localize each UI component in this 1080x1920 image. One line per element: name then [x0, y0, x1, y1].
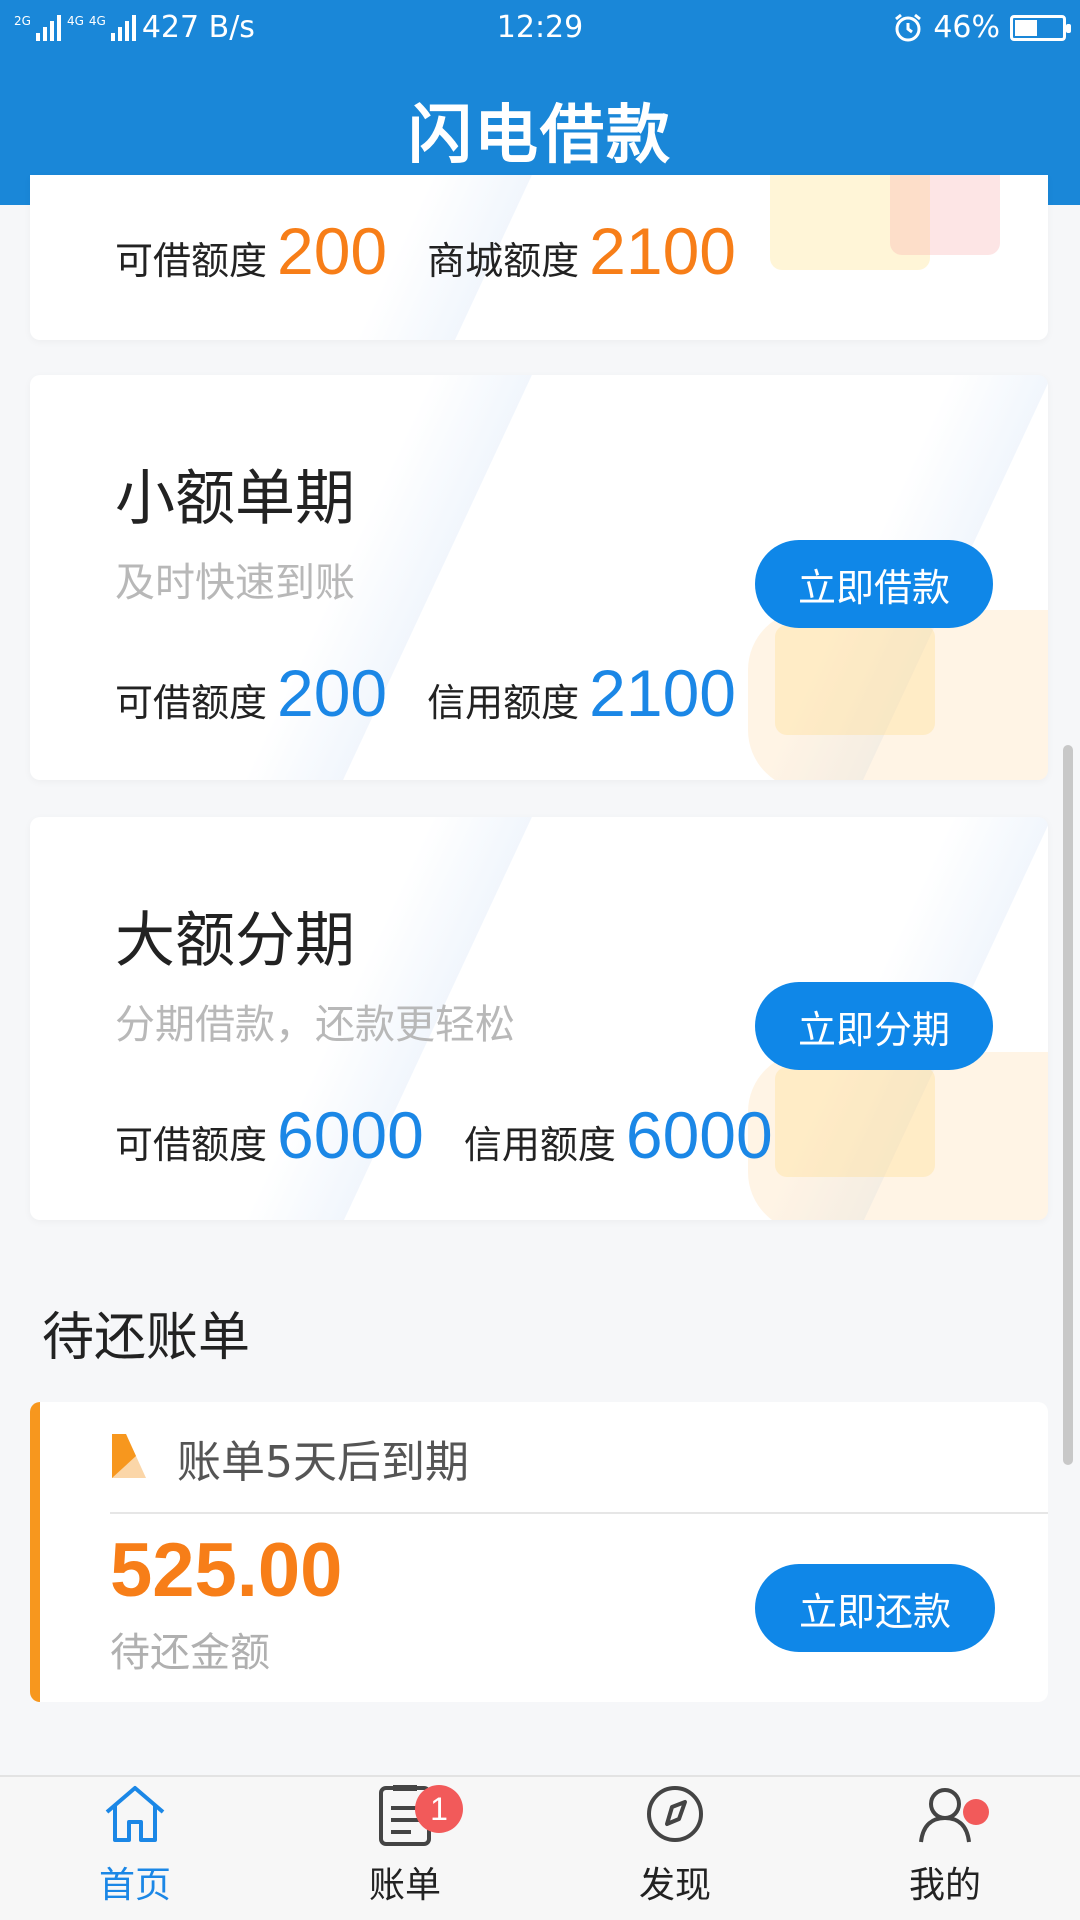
compass-icon: [647, 1786, 703, 1842]
bill-amount: 525.00: [110, 1528, 343, 1613]
card-title: 大额分期: [115, 906, 355, 976]
page-title: 闪电借款: [408, 99, 672, 173]
mall-limit-label: 商城额度: [427, 239, 580, 283]
nav-item-mine[interactable]: 我的: [810, 1777, 1080, 1920]
nav-item-bills[interactable]: 账单 1: [270, 1777, 540, 1920]
credit-limit-value: 2100: [589, 656, 736, 730]
pending-bill-card[interactable]: 账单5天后到期 525.00 待还金额 立即还款: [30, 1402, 1048, 1702]
card-subtitle: 分期借款，还款更轻松: [115, 1002, 515, 1048]
loan-limit-label: 可借额度: [115, 239, 268, 283]
loan-limit-label: 可借额度: [115, 681, 268, 725]
nav-item-discover[interactable]: 发现: [540, 1777, 810, 1920]
repay-now-button[interactable]: 立即还款: [755, 1564, 995, 1652]
loan-limit-value: 200: [277, 656, 388, 730]
small-loan-card[interactable]: 小额单期 及时快速到账 立即借款 可借额度 200 信用额度 2100: [30, 375, 1048, 780]
credit-limit-label: 信用额度: [463, 1123, 616, 1167]
nav-label: 首页: [98, 1865, 171, 1906]
nav-label: 账单: [368, 1865, 441, 1906]
limit-line: 可借额度 200 商城额度 2100: [115, 213, 776, 289]
loan-limit-value: 6000: [277, 1098, 424, 1172]
installment-now-button[interactable]: 立即分期: [755, 982, 993, 1070]
card-decor-image: [775, 625, 935, 735]
large-loan-card[interactable]: 大额分期 分期借款，还款更轻松 立即分期 可借额度 6000 信用额度 6000: [30, 817, 1048, 1220]
nav-label: 发现: [638, 1865, 711, 1906]
card-title: 小额单期: [115, 464, 355, 534]
bill-amount-label: 待还金额: [110, 1630, 270, 1676]
card-subtitle: 及时快速到账: [115, 560, 355, 606]
status-bar: 2G 4G 4G 427 B/s 12:29 46%: [0, 0, 1080, 55]
limit-line: 可借额度 6000 信用额度 6000: [115, 1097, 813, 1173]
scrollbar[interactable]: [1063, 745, 1073, 1465]
notification-dot: [963, 1799, 989, 1825]
battery-percent: 46%: [933, 10, 1000, 45]
mall-limit-value: 2100: [589, 214, 736, 288]
borrow-now-button[interactable]: 立即借款: [755, 540, 993, 628]
alarm-icon: [895, 13, 922, 41]
credit-limit-label: 信用额度: [427, 681, 580, 725]
nav-item-home[interactable]: 首页: [0, 1777, 270, 1920]
battery-icon: [1010, 14, 1071, 41]
notification-badge: 1: [415, 1785, 463, 1833]
bottom-nav: 首页 账单 1 发现 我的: [0, 1775, 1080, 1920]
home-icon: [105, 1786, 165, 1842]
credit-limit-value: 6000: [625, 1098, 773, 1172]
status-right: 46%: [893, 10, 1071, 45]
nav-label: 我的: [908, 1865, 981, 1906]
loan-limit-label: 可借额度: [115, 1123, 268, 1167]
mall-credit-card: 可借额度 200 商城额度 2100: [30, 175, 1048, 340]
card-decor-image: [890, 175, 1000, 255]
divider: [110, 1512, 1048, 1514]
loan-limit-value: 200: [277, 214, 388, 288]
limit-line: 可借额度 200 信用额度 2100: [115, 655, 776, 731]
bill-due-text: 账单5天后到期: [177, 1437, 469, 1488]
flag-icon: [112, 1434, 146, 1478]
section-title-pending-bills: 待还账单: [42, 1308, 251, 1368]
